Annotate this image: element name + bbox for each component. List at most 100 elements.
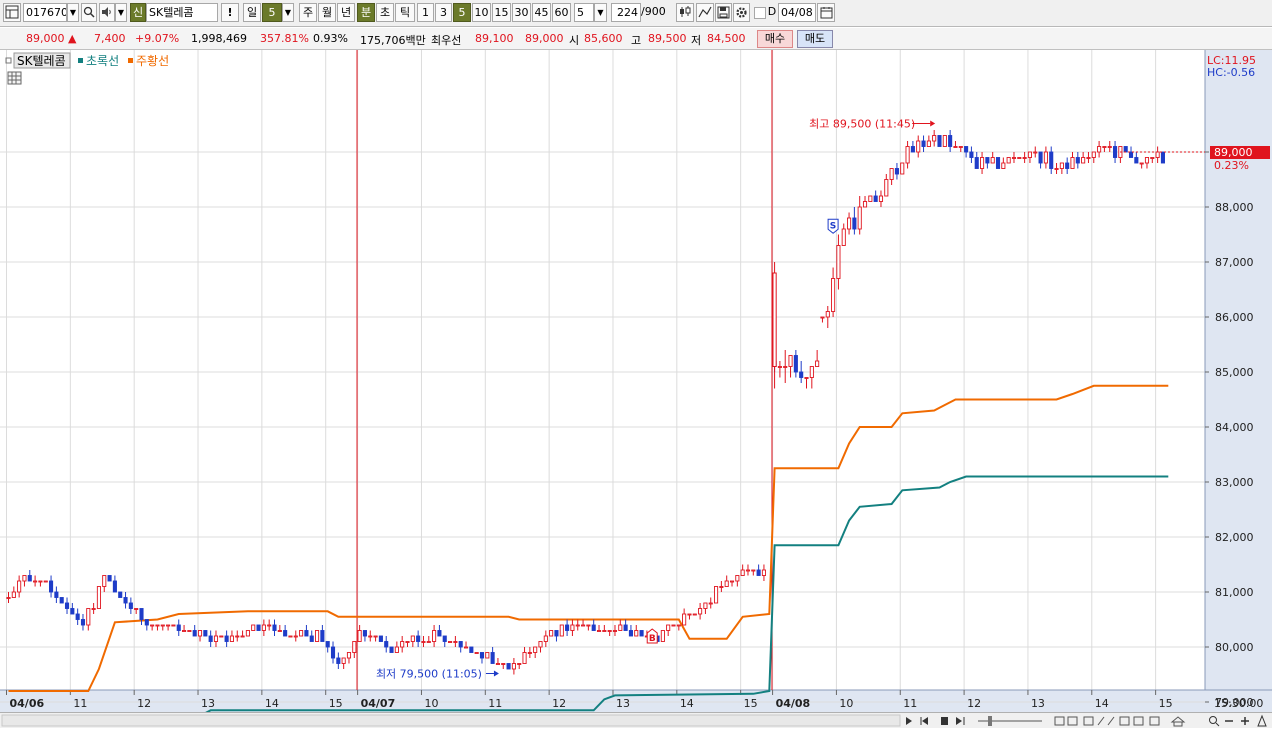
period-minute-button[interactable]: 분 <box>357 3 375 22</box>
low-annotation-label: 최저 79,500 (11:05) <box>376 668 482 681</box>
legend-symbol[interactable]: SK텔레콤 <box>17 54 66 68</box>
candlestick-chart[interactable]: 79,00080,00081,00082,00083,00084,00085,0… <box>0 50 1272 723</box>
candle-up <box>533 646 538 653</box>
quote-bar: 89,000 ▲ 7,400 +9.07% 1,998,469 357.81% … <box>0 28 1272 50</box>
candle-up <box>1006 157 1011 164</box>
candle-up <box>761 569 766 576</box>
candle-up <box>719 586 724 588</box>
candle-down <box>70 608 75 615</box>
price-change-percent: +9.07% <box>135 32 180 45</box>
minute-3-button[interactable]: 3 <box>435 3 452 22</box>
period-year-button[interactable]: 년 <box>337 3 355 22</box>
bar-count-input[interactable]: 224 <box>611 3 641 22</box>
layout-icon[interactable] <box>3 3 21 22</box>
custom-interval-input[interactable]: 5 <box>574 3 594 22</box>
best-ask: 89,100 <box>475 32 514 45</box>
speaker-dropdown-chevron-icon[interactable]: ▼ <box>115 3 127 22</box>
chart-scrollbar[interactable] <box>0 712 1272 728</box>
buy-button[interactable]: 매수 <box>757 30 793 48</box>
legend-orange-line[interactable]: 주황선 <box>136 54 169 68</box>
zoom-slider[interactable] <box>978 716 1042 726</box>
day-dropdown-chevron-icon[interactable]: ▼ <box>282 3 294 22</box>
date-input[interactable]: 04/08 <box>778 3 816 22</box>
candle-up <box>575 624 580 627</box>
minute-5-button[interactable]: 5 <box>453 3 471 22</box>
candle-down <box>309 635 314 642</box>
x-tick-label: 11 <box>73 697 87 710</box>
candle-down <box>64 602 70 609</box>
stock-code-input[interactable]: 017670 <box>23 3 67 22</box>
scroll-track[interactable] <box>1 714 901 727</box>
period-second-button[interactable]: 초 <box>376 3 394 22</box>
minute-30-button[interactable]: 30 <box>512 3 531 22</box>
candle-up <box>1144 157 1150 164</box>
scroll-first-icon[interactable] <box>920 717 928 725</box>
candle-up <box>160 624 165 627</box>
calendar-icon[interactable] <box>817 3 835 22</box>
candle-down <box>852 217 857 230</box>
day-value-field[interactable]: 5 <box>262 3 282 22</box>
alert-button[interactable]: ! <box>221 3 239 22</box>
candle-down <box>27 575 32 582</box>
zoom-in-icon[interactable] <box>1241 717 1249 725</box>
compare-icon[interactable] <box>1119 716 1160 726</box>
candle-up <box>735 575 740 582</box>
minute-45-button[interactable]: 45 <box>532 3 551 22</box>
period-day-button[interactable]: 일 <box>243 3 261 22</box>
candle-down <box>554 630 559 637</box>
last-price-percent: 0.23% <box>1214 159 1249 172</box>
home-icon[interactable] <box>1170 716 1186 727</box>
x-tick-label: 14 <box>680 697 694 710</box>
high-label: 고 <box>631 34 642 47</box>
candle-up <box>878 195 884 202</box>
y-tick-label: 85,000 <box>1215 366 1254 379</box>
y-tick-label: 87,000 <box>1215 256 1254 269</box>
candle-down <box>985 157 990 164</box>
candle-down <box>969 151 974 158</box>
grid-toggle-icon[interactable] <box>7 71 22 85</box>
legend-teal-line[interactable]: 초록선 <box>86 54 119 68</box>
high-annotation-label: 최고 89,500 (11:45) <box>809 118 915 131</box>
candle-up <box>862 201 868 208</box>
period-month-button[interactable]: 월 <box>318 3 336 22</box>
drawing-tool-icon[interactable] <box>696 3 714 22</box>
chart-area[interactable]: 79,000 80,000 81,000 82,000 83,000 84,000 85,0… <box>0 50 1272 723</box>
candle-down <box>964 146 969 153</box>
save-icon[interactable] <box>715 3 732 22</box>
scroll-next-icon[interactable] <box>906 717 912 725</box>
minute-15-button[interactable]: 15 <box>492 3 511 22</box>
candle-up <box>511 663 516 670</box>
chart-tool-icon[interactable] <box>1083 716 1115 726</box>
candle-up <box>1081 157 1086 164</box>
period-tick-button[interactable]: 틱 <box>395 3 415 22</box>
gear-icon[interactable] <box>733 3 750 22</box>
zoom-search-icon[interactable] <box>1209 716 1220 727</box>
x-tick-label: 10 <box>839 697 853 710</box>
window-layout-icon[interactable] <box>1054 716 1078 726</box>
search-icon[interactable] <box>81 3 97 22</box>
minute-10-button[interactable]: 10 <box>472 3 491 22</box>
period-week-button[interactable]: 주 <box>299 3 317 22</box>
minute-60-button[interactable]: 60 <box>552 3 571 22</box>
scroll-last-icon[interactable] <box>956 717 965 725</box>
stop-icon[interactable] <box>941 717 948 725</box>
interval-dropdown-chevron-icon[interactable]: ▼ <box>594 3 607 22</box>
candle-down <box>1160 151 1165 164</box>
speaker-icon[interactable] <box>99 3 115 22</box>
stock-name-field[interactable]: SK텔레콤 <box>146 3 218 22</box>
candle-up <box>815 360 820 367</box>
candle-up <box>501 663 506 665</box>
candle-up <box>1059 162 1064 169</box>
y-tick-label: 82,000 <box>1215 531 1254 544</box>
candle-up <box>1139 162 1144 165</box>
auto-scale-icon[interactable] <box>1257 714 1267 727</box>
minute-1-button[interactable]: 1 <box>417 3 434 22</box>
candle-type-icon[interactable] <box>676 3 694 22</box>
candle-up <box>240 635 245 638</box>
sell-button[interactable]: 매도 <box>797 30 833 48</box>
candle-up <box>570 624 575 631</box>
candle-up <box>714 586 719 604</box>
candle-up <box>671 624 676 627</box>
date-checkbox[interactable] <box>754 7 766 19</box>
code-dropdown-chevron-icon[interactable]: ▼ <box>67 3 79 22</box>
